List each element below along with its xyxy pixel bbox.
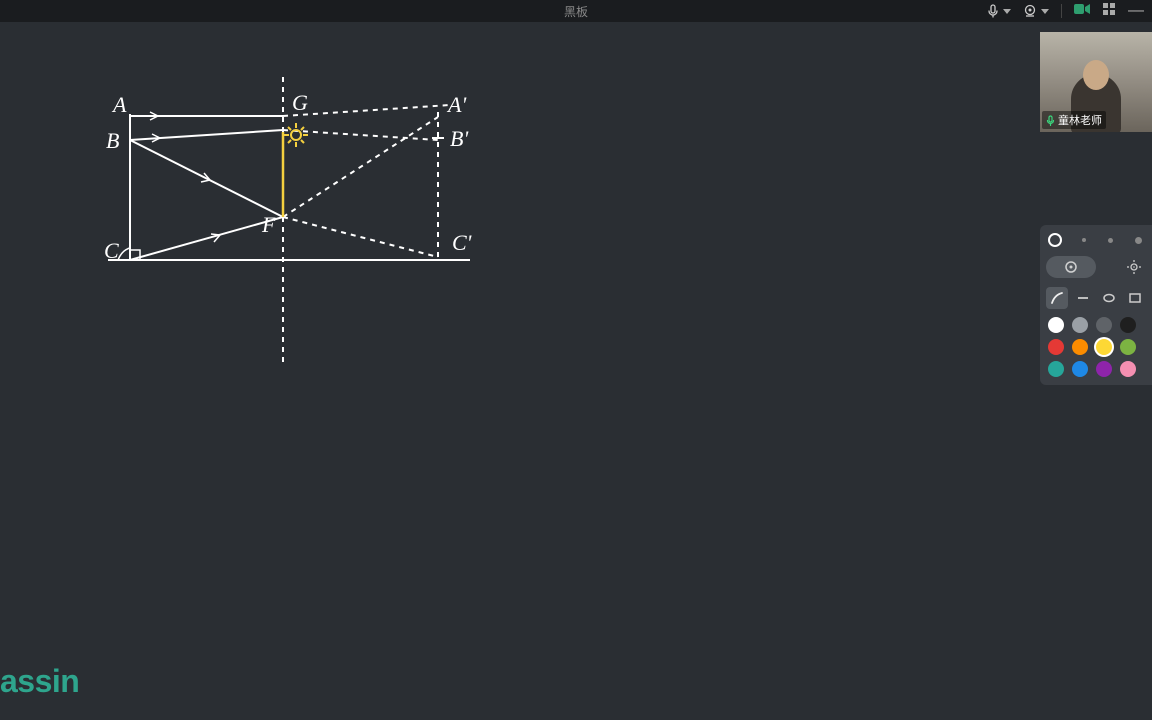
brand-watermark: assin: [0, 663, 79, 700]
blackboard-canvas[interactable]: [0, 22, 1152, 720]
color-blue[interactable]: [1072, 361, 1088, 377]
color-row-2: [1046, 339, 1146, 355]
record-button[interactable]: [1046, 256, 1096, 278]
video-icon[interactable]: [1074, 2, 1090, 20]
mic-control[interactable]: [987, 4, 1011, 18]
line-tool[interactable]: [1072, 287, 1094, 309]
mic-active-icon: [1046, 115, 1055, 126]
color-row-3: [1046, 361, 1146, 377]
color-red[interactable]: [1048, 339, 1064, 355]
color-purple[interactable]: [1096, 361, 1112, 377]
shape-tools-row: [1046, 287, 1146, 309]
color-darkgrey[interactable]: [1096, 317, 1112, 333]
divider: [1061, 4, 1062, 18]
color-pink[interactable]: [1120, 361, 1136, 377]
participant-name: 童林老师: [1058, 112, 1102, 128]
color-teal[interactable]: [1048, 361, 1064, 377]
color-row-1: [1046, 317, 1146, 333]
stroke-size-m[interactable]: [1108, 238, 1113, 243]
participant-video[interactable]: 童林老师: [1040, 32, 1152, 132]
stroke-size-s[interactable]: [1082, 238, 1086, 242]
drawing-toolbox: [1040, 225, 1152, 385]
laser-row: [1046, 255, 1146, 279]
window-title: 黑板: [564, 3, 588, 20]
video-head: [1083, 60, 1109, 90]
stroke-size-l[interactable]: [1135, 237, 1142, 244]
webcam-icon: [1023, 4, 1037, 18]
color-orange[interactable]: [1072, 339, 1088, 355]
stroke-size-slider[interactable]: [1046, 233, 1146, 247]
chevron-down-icon: [1041, 9, 1049, 14]
titlebar: 黑板 —: [0, 0, 1152, 22]
rect-tool[interactable]: [1124, 287, 1146, 309]
ellipse-tool[interactable]: [1098, 287, 1120, 309]
color-green[interactable]: [1120, 339, 1136, 355]
chevron-down-icon: [1003, 9, 1011, 14]
color-grey[interactable]: [1072, 317, 1088, 333]
grid-icon[interactable]: [1102, 2, 1116, 21]
color-yellow[interactable]: [1096, 339, 1112, 355]
minus-icon[interactable]: —: [1128, 3, 1144, 19]
mic-icon: [987, 4, 999, 18]
color-black[interactable]: [1120, 317, 1136, 333]
target-button[interactable]: [1122, 255, 1146, 279]
pen-tool[interactable]: [1046, 287, 1068, 309]
cam-control[interactable]: [1023, 4, 1049, 18]
video-label: 童林老师: [1042, 111, 1106, 129]
color-white[interactable]: [1048, 317, 1064, 333]
titlebar-controls: —: [987, 2, 1144, 21]
